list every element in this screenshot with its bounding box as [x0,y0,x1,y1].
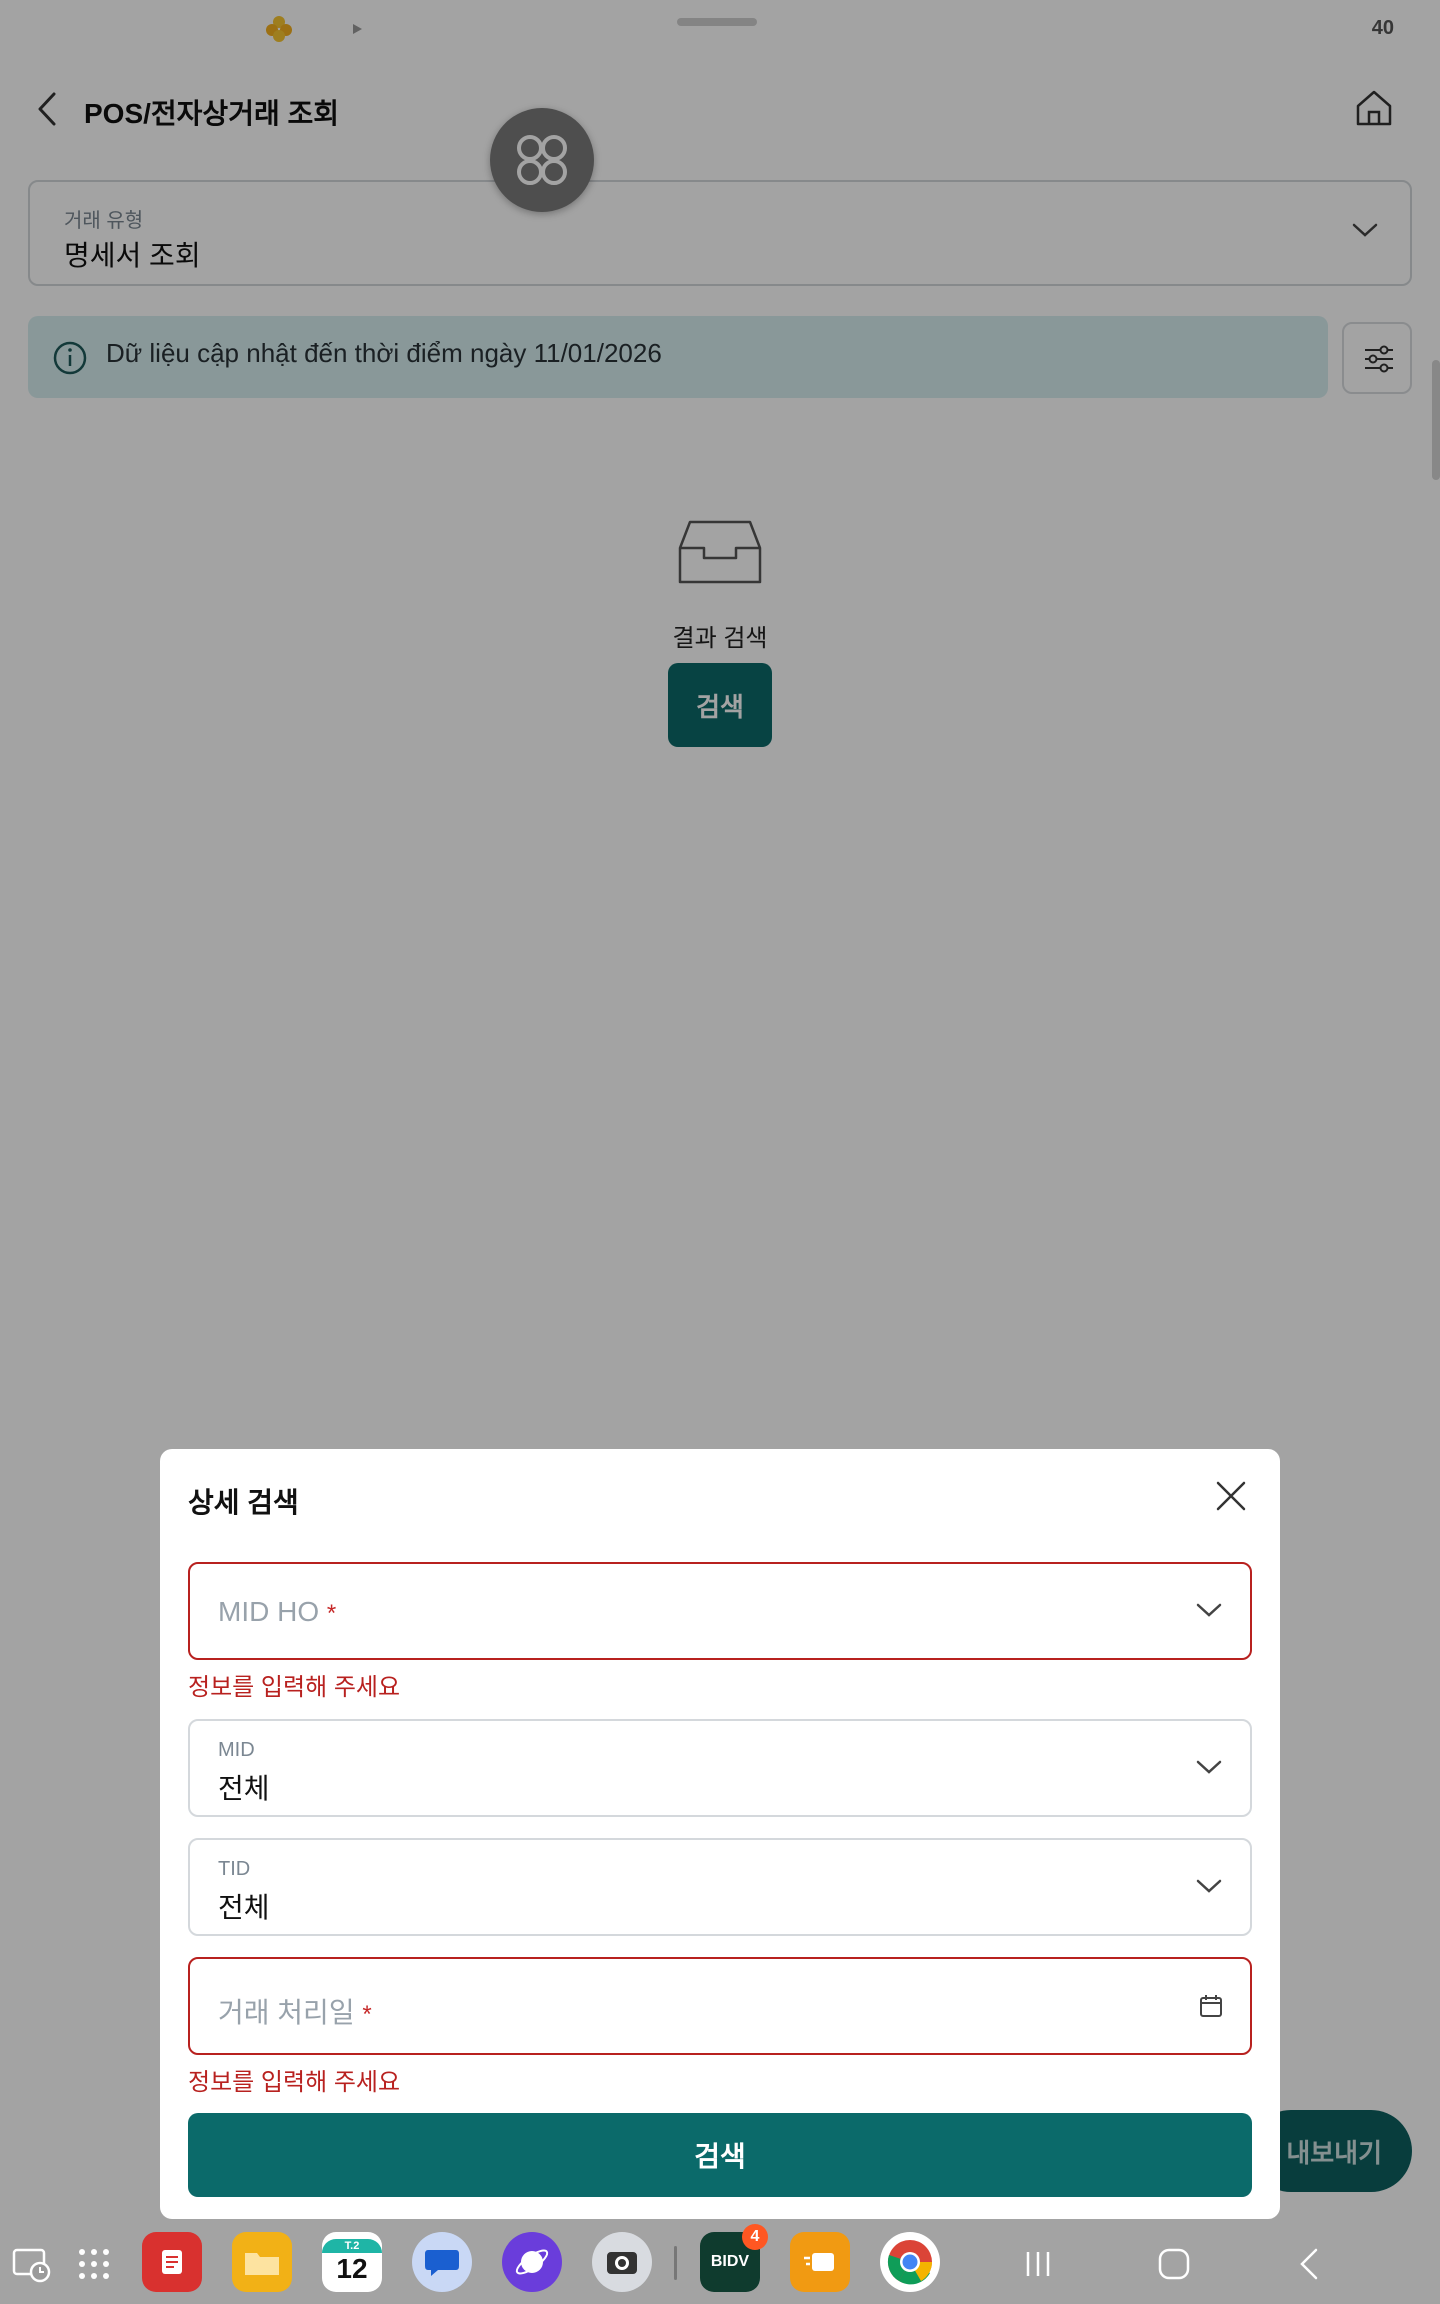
delivery-icon [804,2253,834,2271]
modal-search-button[interactable]: 검색 [188,2113,1252,2197]
chevron-down-icon [1196,1603,1222,1617]
calendar-icon[interactable] [1198,1993,1224,2019]
taskbar: T.2 12 BIDV 4 [0,2224,1440,2304]
mid-ho-select[interactable]: MID HO * [188,1562,1252,1660]
detail-search-modal: 상세 검색 MID HO * 정보를 입력해 주세요 MID 전체 TID 전체… [160,1449,1280,2219]
browser-app-icon[interactable] [502,2232,562,2292]
messages-app-icon[interactable] [412,2232,472,2292]
taskbar-divider [674,2246,677,2280]
transaction-date-placeholder-text: 거래 처리일 [218,1997,355,2028]
bidv-app-icon[interactable]: BIDV 4 [700,2224,768,2292]
calendar-day: 12 [336,2253,368,2284]
bidv-label: BIDV [710,2253,750,2270]
mid-ho-error: 정보를 입력해 주세요 [188,1674,401,1701]
delivery-app-icon[interactable] [790,2232,850,2292]
transaction-date-field[interactable]: 거래 처리일 * [188,1957,1252,2055]
modal-title: 상세 검색 [188,1487,299,1518]
chat-bubble-icon [425,2250,459,2276]
transaction-date-error: 정보를 입력해 주세요 [188,2069,401,2096]
chrome-icon [887,2240,932,2285]
notes-app-icon[interactable] [142,2232,202,2292]
back-nav-icon[interactable] [1288,2242,1332,2286]
calendar-weekday: T.2 [322,2239,382,2253]
mid-value: 전체 [218,1773,270,1804]
tid-label: TID [218,1858,251,1880]
transaction-date-placeholder: 거래 처리일 * [218,1991,372,2031]
required-mark: * [326,1600,337,1627]
chevron-down-icon [1196,1879,1222,1893]
notification-badge: 4 [742,2224,768,2250]
chevron-down-icon [1196,1760,1222,1774]
mid-select[interactable]: MID 전체 [188,1719,1252,1817]
camera-app-icon[interactable] [592,2232,652,2292]
calendar-app-icon[interactable]: T.2 12 [322,2232,382,2292]
notes-icon [162,2250,182,2274]
camera-icon [607,2252,637,2274]
planet-icon [515,2249,549,2275]
close-icon[interactable] [1214,1479,1248,1513]
chrome-app-icon[interactable] [880,2232,940,2292]
apps-grid-icon[interactable] [72,2242,116,2286]
mid-label: MID [218,1739,255,1761]
tid-value: 전체 [218,1892,270,1923]
mid-ho-placeholder: MID HO * [218,1596,336,1628]
required-mark: * [362,2001,372,2028]
mid-ho-placeholder-text: MID HO [218,1596,320,1627]
home-nav-icon[interactable] [1152,2242,1196,2286]
files-app-icon[interactable] [232,2232,292,2292]
folder-icon [245,2253,279,2275]
tid-select[interactable]: TID 전체 [188,1838,1252,1936]
recents-nav-icon[interactable] [1016,2242,1060,2286]
recent-apps-clock-icon[interactable] [10,2242,54,2286]
